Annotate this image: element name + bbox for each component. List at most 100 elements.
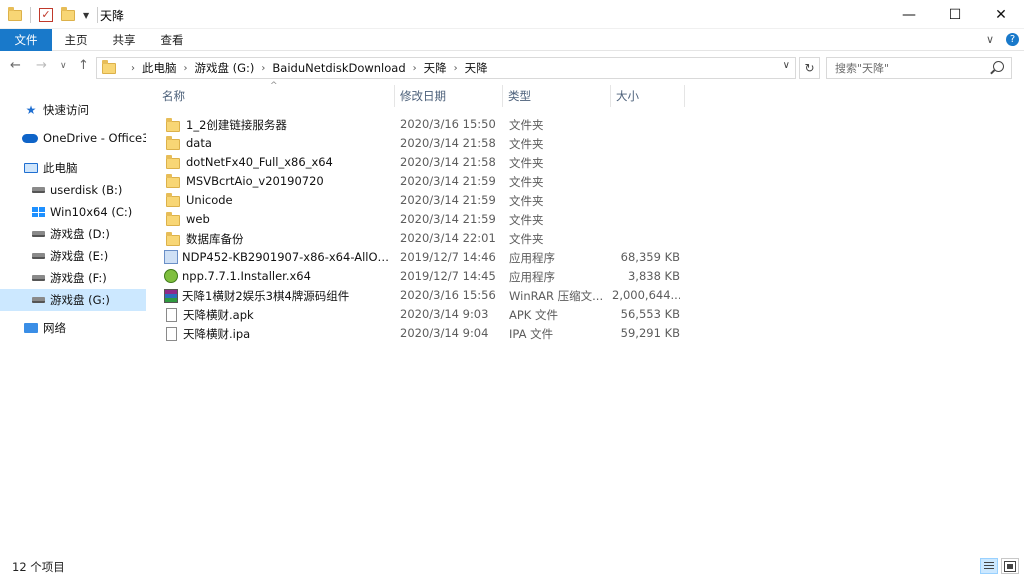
table-row[interactable]: 天降横财.apk 2020/3/14 9:03 APK 文件 56,553 KB <box>160 305 685 324</box>
column-header-size[interactable]: 大小 <box>612 83 684 109</box>
file-type: 文件夹 <box>509 156 544 170</box>
file-name: 数据库备份 <box>186 232 244 246</box>
crumb-baidunetdisk[interactable]: BaiduNetdiskDownload <box>272 61 405 75</box>
navigation-bar: ← → ∨ ↑ › 此电脑 › 游戏盘 (G:) › BaiduNetdiskD… <box>0 51 1024 83</box>
sidebar-item-onedrive[interactable]: OneDrive - Office365 <box>0 127 146 149</box>
file-name: web <box>186 212 210 226</box>
close-button[interactable]: ✕ <box>978 0 1024 29</box>
status-bar: 12 个项目 <box>0 555 1024 577</box>
file-name-cell: dotNetFx40_Full_x86_x64 <box>164 155 392 169</box>
folder-icon <box>166 212 180 226</box>
sidebar-item-label: 快速访问 <box>43 103 89 117</box>
tab-home[interactable]: 主页 <box>56 29 96 51</box>
crumb-separator[interactable]: › <box>184 63 188 74</box>
file-size: 68,359 KB <box>620 250 680 264</box>
file-icon <box>166 308 177 322</box>
file-date: 2020/3/14 21:59 <box>400 212 496 226</box>
file-date: 2020/3/16 15:50 <box>400 117 496 131</box>
column-divider[interactable] <box>502 85 503 107</box>
file-icon <box>166 327 177 341</box>
tab-view[interactable]: 查看 <box>152 29 192 51</box>
properties-icon[interactable]: ✓ <box>39 8 53 22</box>
file-name-cell: NDP452-KB2901907-x86-x64-AllOS-E... <box>164 250 392 264</box>
tab-share[interactable]: 共享 <box>104 29 144 51</box>
file-name: 天降横财.ipa <box>183 327 251 341</box>
table-row[interactable]: 天降横财.ipa 2020/3/14 9:04 IPA 文件 59,291 KB <box>160 324 685 343</box>
table-row[interactable]: data 2020/3/14 21:58 文件夹 <box>160 134 685 153</box>
crumb-drive-g[interactable]: 游戏盘 (G:) <box>195 60 255 76</box>
crumb-separator[interactable]: › <box>413 63 417 74</box>
file-date: 2020/3/14 22:01 <box>400 231 496 245</box>
folder-icon <box>166 174 180 188</box>
crumb-separator[interactable]: › <box>131 63 135 74</box>
sidebar-item-label: 游戏盘 (E:) <box>50 249 109 263</box>
sidebar-item-drive-b[interactable]: userdisk (B:) <box>0 179 146 201</box>
file-date: 2020/3/14 21:58 <box>400 155 496 169</box>
column-header-date[interactable]: 修改日期 <box>396 83 502 109</box>
drive-icon <box>32 187 45 193</box>
cloud-icon <box>22 133 38 143</box>
sidebar-item-drive-c[interactable]: Win10x64 (C:) <box>0 201 146 223</box>
sidebar-item-network[interactable]: 网络 <box>0 317 146 339</box>
column-divider[interactable] <box>610 85 611 107</box>
search-icon[interactable] <box>993 61 1004 72</box>
table-row[interactable]: dotNetFx40_Full_x86_x64 2020/3/14 21:58 … <box>160 153 685 172</box>
crumb-tianjiang-2[interactable]: 天降 <box>465 60 488 76</box>
sidebar-item-quick-access[interactable]: ★ 快速访问 <box>0 99 146 121</box>
table-row[interactable]: MSVBcrtAio_v20190720 2020/3/14 21:59 文件夹 <box>160 172 685 191</box>
recent-locations-button[interactable]: ∨ <box>60 61 67 71</box>
details-view-icon <box>984 562 994 570</box>
crumb-this-pc[interactable]: 此电脑 <box>142 60 177 76</box>
expand-ribbon-icon[interactable]: ∨ <box>986 33 994 46</box>
maximize-button[interactable]: ☐ <box>932 0 978 29</box>
column-header-name[interactable]: 名称 <box>158 83 394 109</box>
title-bar: ✓ ▼ 天降 — ☐ ✕ <box>0 0 1024 29</box>
sidebar-item-this-pc[interactable]: 此电脑 <box>0 157 146 179</box>
column-divider[interactable] <box>394 85 395 107</box>
large-icons-view-button[interactable] <box>1001 558 1019 574</box>
details-view-button[interactable] <box>980 558 998 574</box>
search-input[interactable] <box>835 58 985 78</box>
address-dropdown-icon[interactable]: ∨ <box>783 60 790 71</box>
customize-toolbar-icon[interactable]: ▼ <box>83 11 89 20</box>
table-row[interactable]: 1_2创建链接服务器 2020/3/16 15:50 文件夹 <box>160 115 685 134</box>
tab-file[interactable]: 文件 <box>0 29 52 51</box>
sidebar-item-drive-f[interactable]: 游戏盘 (F:) <box>0 267 146 289</box>
up-button[interactable]: ↑ <box>78 58 89 73</box>
refresh-button[interactable]: ↻ <box>799 57 820 79</box>
column-divider[interactable] <box>684 85 685 107</box>
drive-icon <box>32 231 45 237</box>
column-header-type[interactable]: 类型 <box>504 83 610 109</box>
file-size: 56,553 KB <box>620 307 680 321</box>
file-name-cell: MSVBcrtAio_v20190720 <box>164 174 392 188</box>
drive-icon <box>32 275 45 281</box>
file-date: 2020/3/16 15:56 <box>400 288 496 302</box>
table-row[interactable]: web 2020/3/14 21:59 文件夹 <box>160 210 685 229</box>
crumb-tianjiang-1[interactable]: 天降 <box>424 60 447 76</box>
file-name-cell: 天降横财.apk <box>164 307 392 323</box>
crumb-separator[interactable]: › <box>261 63 265 74</box>
minimize-button[interactable]: — <box>886 0 932 29</box>
table-row[interactable]: 天降1横财2娱乐3棋4牌源码组件 2020/3/16 15:56 WinRAR … <box>160 286 685 305</box>
sidebar-item-drive-g[interactable]: 游戏盘 (G:) <box>0 289 146 311</box>
folder-icon[interactable] <box>8 6 22 21</box>
table-row[interactable]: NDP452-KB2901907-x86-x64-AllOS-E... 2019… <box>160 248 685 267</box>
sidebar-item-drive-d[interactable]: 游戏盘 (D:) <box>0 223 146 245</box>
back-button[interactable]: ← <box>10 58 21 73</box>
ribbon-tabs: 文件 主页 共享 查看 ∨ ? <box>0 29 1024 51</box>
help-icon[interactable]: ? <box>1006 33 1019 46</box>
sidebar-item-label: 游戏盘 (D:) <box>50 227 110 241</box>
drive-icon <box>32 297 45 303</box>
forward-button[interactable]: → <box>36 58 47 73</box>
crumb-separator[interactable]: › <box>454 63 458 74</box>
sidebar-item-drive-e[interactable]: 游戏盘 (E:) <box>0 245 146 267</box>
item-count: 12 个项目 <box>12 560 65 574</box>
file-type: APK 文件 <box>509 308 558 322</box>
table-row[interactable]: npp.7.7.1.Installer.x64 2019/12/7 14:45 … <box>160 267 685 286</box>
new-folder-icon[interactable] <box>61 6 75 21</box>
installer-icon <box>164 250 178 264</box>
table-row[interactable]: 数据库备份 2020/3/14 22:01 文件夹 <box>160 229 685 248</box>
table-row[interactable]: Unicode 2020/3/14 21:59 文件夹 <box>160 191 685 210</box>
address-bar[interactable]: › 此电脑 › 游戏盘 (G:) › BaiduNetdiskDownload … <box>96 57 796 79</box>
folder-icon <box>102 59 116 74</box>
